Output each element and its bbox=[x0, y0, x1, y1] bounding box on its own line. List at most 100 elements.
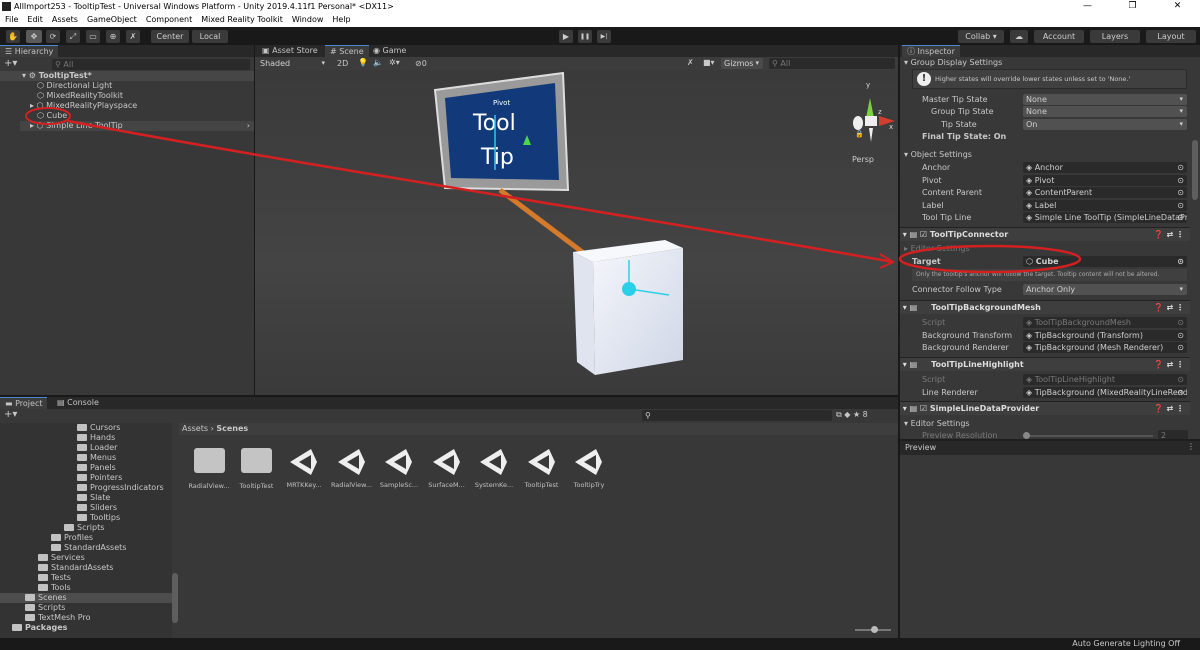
preview-resolution-slider[interactable] bbox=[1023, 432, 1153, 439]
close-button[interactable]: ✕ bbox=[1155, 0, 1200, 13]
folder-tree-item[interactable]: Panels bbox=[0, 463, 172, 473]
tab-console[interactable]: ▤ Console bbox=[52, 397, 104, 409]
menu-gameobject[interactable]: GameObject bbox=[87, 13, 137, 27]
folder-tree-item[interactable]: Tooltips bbox=[0, 513, 172, 523]
object-settings-foldout[interactable]: ▾ Object Settings bbox=[904, 150, 972, 160]
asset-item[interactable]: TooltipTest bbox=[519, 445, 565, 489]
pivot-local-button[interactable]: Local bbox=[192, 30, 228, 43]
layers-dropdown[interactable]: Layers bbox=[1090, 30, 1140, 43]
hierarchy-item-cube[interactable]: ⬡ Cube bbox=[37, 111, 67, 121]
menu-mrtk[interactable]: Mixed Reality Toolkit bbox=[201, 13, 283, 27]
folder-tree-item[interactable]: StandardAssets bbox=[0, 543, 172, 553]
target-field[interactable]: ⬡ Cube ⊙ bbox=[1023, 256, 1187, 267]
object-reference-field[interactable]: ◈ TipBackground (MixedRealityLineRender ⊙ bbox=[1023, 386, 1187, 398]
hidden-objects-toggle[interactable]: ⊘0 bbox=[415, 59, 427, 68]
play-button[interactable]: ▶ bbox=[559, 30, 573, 43]
object-reference-field[interactable]: ◈ Pivot ⊙ bbox=[1023, 174, 1187, 186]
component-menu-icons[interactable]: ❓ ⇄ ⋮ bbox=[1154, 358, 1184, 372]
editor-settings-foldout[interactable]: ▸ Editor Settings bbox=[904, 244, 970, 254]
scene-search-input[interactable]: ⚲ All bbox=[769, 58, 895, 69]
icon-size-slider[interactable] bbox=[855, 626, 891, 633]
filter-icons[interactable]: ⧉ ◆ ★ 8 bbox=[836, 410, 868, 420]
maximize-button[interactable]: ❐ bbox=[1110, 0, 1155, 13]
editor-settings-foldout[interactable]: ▾ Editor Settings bbox=[904, 419, 970, 429]
tab-project[interactable]: ▬ Project bbox=[0, 397, 48, 409]
object-picker-icon[interactable]: ⊙ bbox=[1177, 374, 1184, 385]
tab-asset-store[interactable]: ▣ Asset Store bbox=[257, 45, 323, 57]
asset-item[interactable]: TooltipTest bbox=[234, 445, 280, 490]
2d-toggle[interactable]: 2D bbox=[337, 59, 348, 68]
object-reference-field[interactable]: ◈ ContentParent ⊙ bbox=[1023, 187, 1187, 198]
cloud-icon[interactable]: ☁ bbox=[1010, 30, 1028, 43]
create-button[interactable]: +▾ bbox=[4, 409, 17, 420]
scene-root-row[interactable]: ▾ ⚙ TooltipTest* bbox=[0, 71, 254, 81]
object-reference-field[interactable]: ◈ TipBackground (Mesh Renderer) ⊙ bbox=[1023, 342, 1187, 353]
tab-inspector[interactable]: ⓘ Inspector bbox=[902, 45, 960, 57]
gizmos-dropdown[interactable]: Gizmos bbox=[721, 58, 763, 69]
master-tip-state-dropdown[interactable]: None bbox=[1023, 94, 1187, 105]
slider-handle[interactable] bbox=[871, 626, 878, 633]
tab-scene[interactable]: # Scene bbox=[325, 45, 369, 57]
folder-tree-item[interactable]: Slate bbox=[0, 493, 172, 503]
shading-dropdown[interactable]: Shaded bbox=[257, 58, 329, 69]
asset-item[interactable]: SurfaceM... bbox=[424, 445, 470, 489]
project-search-input[interactable]: ⚲ bbox=[642, 410, 832, 421]
tab-game[interactable]: ◉ Game bbox=[368, 45, 411, 57]
asset-item[interactable]: SampleSc... bbox=[376, 445, 422, 489]
object-picker-icon[interactable]: ⊙ bbox=[1177, 330, 1184, 341]
folder-tree-item[interactable]: Packages bbox=[0, 623, 172, 633]
folder-tree-item[interactable]: ProgressIndicators bbox=[0, 483, 172, 493]
slider-handle[interactable] bbox=[1023, 432, 1030, 439]
folder-tree-item[interactable]: Scripts bbox=[0, 523, 172, 533]
lock-icon[interactable]: 🔒 bbox=[855, 130, 864, 138]
add-button[interactable]: +▾ bbox=[4, 58, 17, 69]
folder-tree-item[interactable]: TextMesh Pro bbox=[0, 613, 172, 623]
object-reference-field[interactable]: ◈ Simple Line ToolTip (SimpleLineDataPro… bbox=[1023, 212, 1187, 223]
object-picker-icon[interactable]: ⊙ bbox=[1177, 317, 1184, 328]
asset-item[interactable]: RadialView... bbox=[186, 445, 232, 490]
folder-tree-item[interactable]: Cursors bbox=[0, 423, 172, 433]
hierarchy-item[interactable]: ⬡ MixedRealityToolkit bbox=[37, 91, 123, 101]
menu-help[interactable]: Help bbox=[332, 13, 350, 27]
group-tip-state-dropdown[interactable]: None bbox=[1023, 106, 1187, 117]
inspector-scrollbar[interactable] bbox=[1192, 140, 1198, 200]
menu-file[interactable]: File bbox=[5, 13, 18, 27]
folder-tree-item[interactable]: Tests bbox=[0, 573, 172, 583]
asset-item[interactable]: TooltipTry bbox=[566, 445, 612, 489]
component-menu-icons[interactable]: ❓ ⇄ ⋮ bbox=[1154, 228, 1184, 242]
asset-item[interactable]: MRTKKey... bbox=[281, 445, 327, 489]
effects-icon[interactable]: ✲▾ bbox=[389, 58, 400, 67]
asset-item[interactable]: SystemKe... bbox=[471, 445, 517, 489]
breadcrumb-assets[interactable]: Assets bbox=[182, 424, 208, 433]
object-picker-icon[interactable]: ⊙ bbox=[1177, 200, 1184, 211]
audio-icon[interactable]: 🔈 bbox=[373, 58, 383, 67]
transform-tool-icon[interactable]: ⊕ bbox=[106, 30, 120, 43]
collab-button[interactable]: Collab ▾ bbox=[958, 30, 1004, 43]
object-reference-field[interactable]: ◈ ToolTipBackgroundMesh ⊙ bbox=[1023, 317, 1187, 328]
object-reference-field[interactable]: ◈ Label ⊙ bbox=[1023, 199, 1187, 211]
hierarchy-item[interactable]: ▸ ⬡ MixedRealityPlayspace bbox=[30, 101, 137, 111]
asset-item[interactable]: RadialView... bbox=[329, 445, 375, 489]
hand-tool-icon[interactable]: ✋ bbox=[6, 30, 20, 43]
menu-component[interactable]: Component bbox=[146, 13, 192, 27]
object-picker-icon[interactable]: ⊙ bbox=[1177, 162, 1184, 173]
menu-assets[interactable]: Assets bbox=[52, 13, 78, 27]
tools-icon[interactable]: ✗ bbox=[687, 58, 694, 67]
minimize-button[interactable]: — bbox=[1065, 0, 1110, 13]
component-tooltipconnector[interactable]: ▾ ▤ ☑ ToolTipConnector ❓ ⇄ ⋮ bbox=[900, 227, 1190, 241]
folder-tree-item[interactable]: Services bbox=[0, 553, 172, 563]
scale-tool-icon[interactable]: ⤢ bbox=[66, 30, 80, 43]
object-picker-icon[interactable]: ⊙ bbox=[1177, 256, 1184, 267]
folder-tree-item[interactable]: Profiles bbox=[0, 533, 172, 543]
folder-tree-item[interactable]: Hands bbox=[0, 433, 172, 443]
hierarchy-search-input[interactable]: ⚲ All bbox=[52, 59, 250, 70]
component-tooltipbackgroundmesh[interactable]: ▾ ▤ ToolTipBackgroundMesh ❓ ⇄ ⋮ bbox=[900, 300, 1190, 314]
pause-button[interactable]: ❚❚ bbox=[578, 30, 592, 43]
hierarchy-item[interactable]: ▸ ⬡ Simple Line ToolTip › bbox=[20, 121, 254, 131]
folder-tree-item[interactable]: Scenes bbox=[0, 593, 172, 603]
tree-scrollbar[interactable] bbox=[172, 573, 178, 623]
object-reference-field[interactable]: ◈ Anchor ⊙ bbox=[1023, 162, 1187, 173]
more-icon[interactable]: ⋮ bbox=[1187, 442, 1195, 451]
hierarchy-item[interactable]: ⬡ Directional Light bbox=[37, 81, 112, 91]
lighting-icon[interactable]: 💡 bbox=[358, 58, 368, 67]
